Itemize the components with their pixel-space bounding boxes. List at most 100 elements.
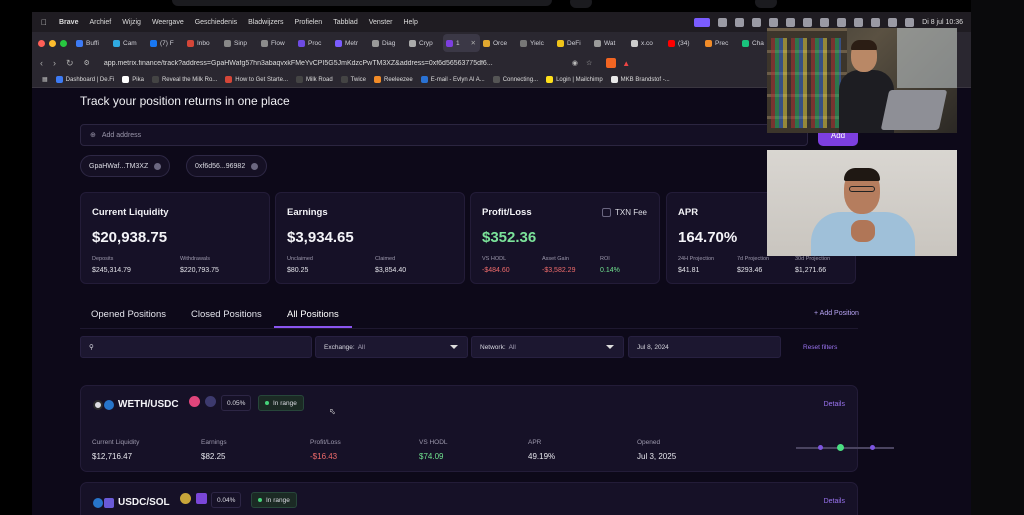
network-select[interactable]: Network: All <box>471 336 624 358</box>
exchange-select[interactable]: Exchange: All <box>315 336 468 358</box>
ethereum-icon <box>205 396 216 407</box>
brave-shield-icon[interactable] <box>606 58 617 68</box>
remove-chip-icon[interactable] <box>251 162 259 170</box>
browser-tab[interactable]: Yielc <box>517 34 554 52</box>
browser-tab[interactable]: (34) <box>665 34 702 52</box>
bookmark-item[interactable]: Connecting... <box>492 76 538 83</box>
bookmark-item[interactable]: Twice <box>340 76 366 83</box>
status-icon[interactable] <box>735 17 745 27</box>
site-info-icon[interactable]: ⚙ <box>84 59 90 67</box>
webcam-overlay-guest <box>767 150 957 256</box>
bookmark-item[interactable]: How to Get Starte... <box>225 76 288 83</box>
browser-tab[interactable]: Flow <box>258 34 295 52</box>
bookmark-item[interactable]: Dashboard | De.Fi <box>55 76 114 83</box>
details-link[interactable]: Details <box>824 498 845 505</box>
menu-geschiedenis[interactable]: Geschiedenis <box>195 19 237 26</box>
remove-chip-icon[interactable] <box>154 162 162 170</box>
browser-tab[interactable]: Proc <box>295 34 332 52</box>
browser-tab[interactable]: Wat <box>591 34 628 52</box>
status-icon[interactable] <box>752 17 762 27</box>
browser-tab[interactable]: Diag <box>369 34 406 52</box>
position-search-input[interactable]: ⚲ <box>80 336 312 358</box>
status-icon[interactable] <box>820 17 830 27</box>
metric-value: $12,716.47 <box>92 452 133 461</box>
status-icon[interactable] <box>854 17 864 27</box>
position-card[interactable]: USDC/SOL 0.04% In range Details <box>80 482 858 515</box>
back-icon[interactable]: ‹ <box>40 58 43 69</box>
browser-tab[interactable]: Orce <box>480 34 517 52</box>
txn-fee-toggle[interactable]: TXN Fee <box>601 208 647 217</box>
close-tab-icon[interactable]: ✕ <box>471 39 476 47</box>
tab-opened-positions[interactable]: Opened Positions <box>91 309 166 320</box>
browser-tab-active[interactable]: 1 ✕ <box>443 34 480 52</box>
browser-tab[interactable]: (7) F <box>147 34 184 52</box>
maximize-window-icon[interactable] <box>60 39 67 47</box>
browser-tab[interactable]: Buffi <box>73 34 110 52</box>
close-window-icon[interactable] <box>38 39 45 47</box>
tab-closed-positions[interactable]: Closed Positions <box>191 309 262 320</box>
menu-venster[interactable]: Venster <box>369 19 393 26</box>
bookmark-item[interactable]: Milk Road <box>295 76 333 83</box>
minimize-window-icon[interactable] <box>49 39 56 47</box>
add-position-link[interactable]: + Add Position <box>814 310 859 317</box>
browser-tab[interactable]: Cam <box>110 34 147 52</box>
browser-tab[interactable]: x.co <box>628 34 665 52</box>
browser-tab[interactable]: Sinp <box>221 34 258 52</box>
wifi-icon[interactable] <box>871 17 881 27</box>
tab-favicon-icon <box>76 39 83 47</box>
apple-icon[interactable]:  <box>41 18 47 27</box>
app-menu[interactable]: Brave <box>59 19 78 26</box>
bookmark-item[interactable]: Reveal the Milk Ro... <box>151 76 217 83</box>
fee-tier-badge: 0.04% <box>211 492 242 508</box>
bookmark-item[interactable]: Login | Mailchimp <box>546 76 603 83</box>
status-app-icon[interactable] <box>694 17 711 27</box>
status-icon[interactable] <box>786 17 796 27</box>
address-chip[interactable]: 0xf6d56...96982 <box>186 155 268 177</box>
network-value: All <box>508 343 516 351</box>
bookmark-item[interactable]: Pika <box>122 76 144 83</box>
forward-icon[interactable]: › <box>53 58 56 69</box>
status-icon[interactable] <box>718 17 728 27</box>
tab-all-positions[interactable]: All Positions <box>287 309 339 320</box>
bookmark-item[interactable]: E-mail - Evlyn Al A... <box>420 76 485 83</box>
tab-label: Cryp <box>419 39 433 47</box>
browser-tab[interactable]: Cryp <box>406 34 443 52</box>
browser-tab[interactable]: DeFi <box>554 34 591 52</box>
bookmark-item[interactable]: Reeleezee <box>374 76 413 83</box>
menu-tabblad[interactable]: Tabblad <box>333 19 358 26</box>
brave-rewards-icon[interactable]: ▲ <box>622 59 630 68</box>
apps-grid-icon[interactable]: ▦ <box>42 76 48 83</box>
search-icon[interactable] <box>888 17 898 27</box>
bookmark-label: Reeleezee <box>384 76 413 83</box>
status-icon[interactable] <box>769 17 779 27</box>
reset-filters-link[interactable]: Reset filters <box>803 344 837 351</box>
status-icon[interactable] <box>803 17 813 27</box>
browser-tab[interactable]: Inbo <box>184 34 221 52</box>
bookmark-item[interactable]: MKB Brandstof -... <box>610 76 670 83</box>
plus-icon: ⊕ <box>90 132 96 139</box>
status-icon[interactable] <box>837 17 847 27</box>
menu-weergave[interactable]: Weergave <box>152 19 184 26</box>
menu-help[interactable]: Help <box>403 19 417 26</box>
menu-bladwijzers[interactable]: Bladwijzers <box>248 19 283 26</box>
menu-wijzig[interactable]: Wijzig <box>122 19 141 26</box>
translate-icon[interactable]: ◉ <box>572 59 578 67</box>
txn-fee-checkbox[interactable] <box>601 208 611 217</box>
details-link[interactable]: Details <box>824 401 845 408</box>
date-picker[interactable]: Jul 8, 2024 <box>628 336 781 358</box>
add-address-input[interactable]: ⊕ Add address <box>80 124 808 146</box>
control-center-icon[interactable] <box>905 17 915 27</box>
tab-favicon-icon <box>261 39 268 47</box>
position-card[interactable]: WETH/USDC 0.05% In range Details Current… <box>80 385 894 472</box>
browser-tab[interactable]: Metr <box>332 34 369 52</box>
address-chip[interactable]: GpaHWaf...TM3XZ <box>80 155 171 177</box>
bookmark-star-icon[interactable]: ☆ <box>586 59 592 67</box>
url-field[interactable]: app.metrix.finance/track?address=GpaHWaf… <box>104 60 564 67</box>
menu-profielen[interactable]: Profielen <box>295 19 323 26</box>
browser-tab[interactable]: Prec <box>702 34 739 52</box>
reload-icon[interactable]: ↻ <box>66 58 74 69</box>
tab-label: Proc <box>308 39 322 47</box>
clock[interactable]: Di 8 jul 10:36 <box>922 19 963 26</box>
uniswap-icon <box>189 396 200 407</box>
menu-archief[interactable]: Archief <box>89 19 111 26</box>
